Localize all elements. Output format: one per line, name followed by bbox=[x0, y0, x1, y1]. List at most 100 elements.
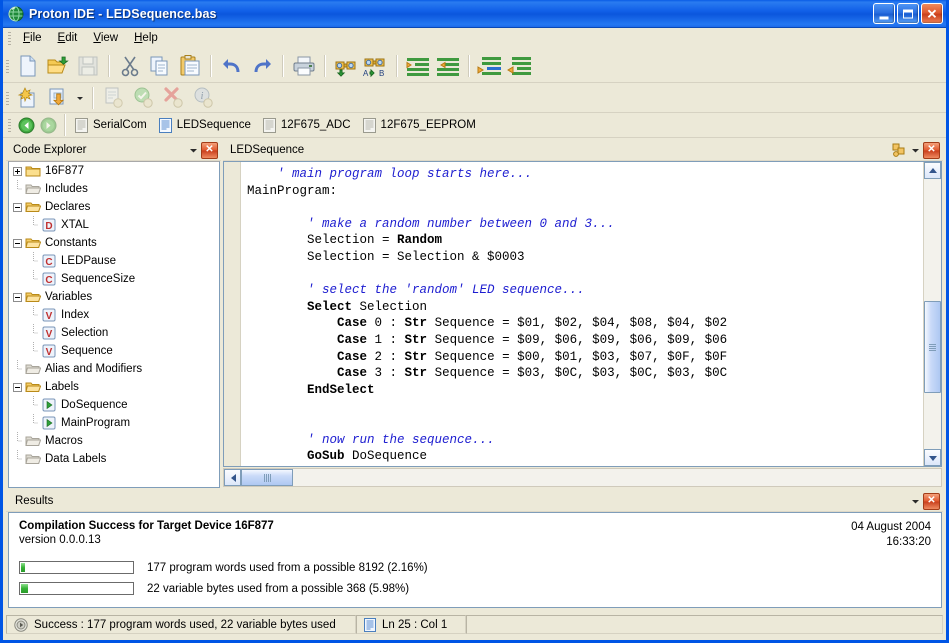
minimize-button[interactable] bbox=[873, 3, 895, 24]
file-tab-12f675-adc[interactable]: 12F675_ADC bbox=[259, 116, 359, 135]
stop-compile-icon[interactable] bbox=[159, 85, 189, 111]
menu-item-edit[interactable]: Edit bbox=[50, 30, 86, 46]
replace-icon[interactable]: A B bbox=[361, 51, 391, 81]
editor-gutter[interactable] bbox=[224, 162, 241, 466]
copy-icon[interactable] bbox=[145, 51, 175, 81]
vertical-scroll-track[interactable] bbox=[924, 179, 941, 449]
find-icon[interactable] bbox=[331, 51, 361, 81]
tree-item-label: LEDPause bbox=[61, 255, 116, 267]
horizontal-scroll-thumb[interactable] bbox=[241, 469, 293, 486]
close-icon[interactable]: ✕ bbox=[201, 142, 218, 159]
menu-item-help[interactable]: Help bbox=[126, 30, 166, 46]
forward-arrow-icon[interactable] bbox=[37, 114, 59, 136]
title-bar: Proton IDE - LEDSequence.bas ✕ bbox=[3, 0, 946, 28]
tree-item[interactable]: Variables bbox=[9, 288, 219, 306]
back-arrow-icon[interactable] bbox=[15, 114, 37, 136]
chevron-down-icon[interactable] bbox=[185, 142, 201, 158]
tree-item[interactable]: Declares bbox=[9, 198, 219, 216]
maximize-button[interactable] bbox=[897, 3, 919, 24]
paste-icon[interactable] bbox=[175, 51, 205, 81]
tree-item[interactable]: Alias and Modifiers bbox=[9, 360, 219, 378]
print-icon[interactable] bbox=[289, 51, 319, 81]
usage-progress-bar bbox=[19, 561, 134, 574]
chevron-down-icon[interactable] bbox=[907, 493, 923, 509]
tree-item[interactable]: CLEDPause bbox=[9, 252, 219, 270]
tree-item[interactable]: V Index bbox=[9, 306, 219, 324]
tree-toggle-placeholder bbox=[13, 432, 22, 450]
cut-icon[interactable] bbox=[115, 51, 145, 81]
split-view-icon[interactable] bbox=[891, 142, 907, 158]
undo-icon[interactable] bbox=[217, 51, 247, 81]
program-device-icon[interactable] bbox=[43, 85, 73, 111]
tree-item-label: Index bbox=[61, 309, 89, 321]
usage-bar-label: 177 program words used from a possible 8… bbox=[147, 562, 428, 574]
tree-item[interactable]: Labels bbox=[9, 378, 219, 396]
scroll-down-arrow-icon[interactable] bbox=[924, 449, 941, 466]
toolbar-grip[interactable] bbox=[6, 60, 9, 73]
tree-collapse-icon[interactable] bbox=[13, 203, 22, 212]
tree-item[interactable]: VSelection bbox=[9, 324, 219, 342]
results-body[interactable]: Compilation Success for Target Device 16… bbox=[8, 512, 942, 608]
menu-grip[interactable] bbox=[8, 32, 11, 45]
tree-toggle-placeholder bbox=[29, 306, 38, 324]
indent-icon[interactable] bbox=[403, 51, 433, 81]
tree-item[interactable]: Constants bbox=[9, 234, 219, 252]
scroll-up-arrow-icon[interactable] bbox=[924, 162, 941, 179]
tree-item[interactable]: MainProgram bbox=[9, 414, 219, 432]
tree-item[interactable]: CSequenceSize bbox=[9, 270, 219, 288]
horizontal-scroll-track[interactable] bbox=[241, 469, 941, 486]
tree-item-label: 16F877 bbox=[45, 165, 84, 177]
close-button[interactable]: ✕ bbox=[921, 3, 943, 24]
folder-closed-icon bbox=[25, 163, 41, 179]
tabs-grip[interactable] bbox=[8, 119, 11, 132]
file-tab-label: LEDSequence bbox=[177, 119, 251, 131]
svg-text:i: i bbox=[201, 91, 204, 102]
view-assembler-icon[interactable] bbox=[99, 85, 129, 111]
compile-icon[interactable] bbox=[13, 85, 43, 111]
tree-item-label: DoSequence bbox=[61, 399, 128, 411]
tree-collapse-icon[interactable] bbox=[13, 383, 22, 392]
file-tab-serialcom[interactable]: SerialCom bbox=[71, 116, 155, 135]
tree-item-label: Alias and Modifiers bbox=[45, 363, 142, 375]
outdent-icon[interactable] bbox=[433, 51, 463, 81]
close-icon[interactable]: ✕ bbox=[923, 493, 940, 510]
editor-horizontal-scrollbar[interactable] bbox=[223, 468, 942, 487]
tree-item[interactable]: DoSequence bbox=[9, 396, 219, 414]
device-info-icon[interactable]: i bbox=[189, 85, 219, 111]
check-syntax-icon[interactable] bbox=[129, 85, 159, 111]
chevron-down-icon[interactable] bbox=[907, 142, 923, 158]
goto-bookmark-icon[interactable] bbox=[505, 51, 535, 81]
file-tab-12f675-eeprom[interactable]: 12F675_EEPROM bbox=[359, 116, 484, 135]
menu-item-file[interactable]: File bbox=[15, 30, 50, 46]
new-file-icon[interactable] bbox=[13, 51, 43, 81]
tree-item-label: Data Labels bbox=[45, 453, 106, 465]
tree-item[interactable]: 16F877 bbox=[9, 162, 219, 180]
editor-vertical-scrollbar[interactable] bbox=[923, 162, 941, 466]
close-icon[interactable]: ✕ bbox=[923, 142, 940, 159]
tree-item[interactable]: Data Labels bbox=[9, 450, 219, 468]
tree-item[interactable]: Macros bbox=[9, 432, 219, 450]
code-area[interactable]: ' main program loop starts here... MainP… bbox=[241, 162, 923, 466]
toolbar-grip-2[interactable] bbox=[6, 92, 9, 105]
results-panel: Results ✕ Compilation Success for Target… bbox=[6, 491, 943, 609]
file-tab-ledsequence[interactable]: LEDSequence bbox=[155, 116, 259, 135]
add-bookmark-icon[interactable] bbox=[475, 51, 505, 81]
code-explorer-tree[interactable]: 16F877 IncludesDeclaresDXTALConstantsCLED… bbox=[8, 161, 220, 488]
open-file-icon[interactable] bbox=[43, 51, 73, 81]
variable-icon: V bbox=[41, 307, 57, 323]
tree-collapse-icon[interactable] bbox=[13, 239, 22, 248]
tree-expand-icon[interactable] bbox=[13, 167, 22, 176]
source-code[interactable]: ' main program loop starts here... MainP… bbox=[241, 162, 923, 465]
tree-item[interactable]: VSequence bbox=[9, 342, 219, 360]
tree-item[interactable]: Includes bbox=[9, 180, 219, 198]
scroll-left-arrow-icon[interactable] bbox=[224, 469, 241, 486]
redo-icon[interactable] bbox=[247, 51, 277, 81]
tree-collapse-icon[interactable] bbox=[13, 293, 22, 302]
menu-item-view[interactable]: View bbox=[85, 30, 126, 46]
tree-item[interactable]: DXTAL bbox=[9, 216, 219, 234]
tree-toggle-placeholder bbox=[29, 396, 38, 414]
vertical-scroll-thumb[interactable] bbox=[924, 301, 941, 393]
save-file-icon[interactable] bbox=[73, 51, 103, 81]
program-dropdown-arrow-icon[interactable] bbox=[73, 85, 87, 111]
usage-bar-row: 177 program words used from a possible 8… bbox=[19, 559, 931, 576]
